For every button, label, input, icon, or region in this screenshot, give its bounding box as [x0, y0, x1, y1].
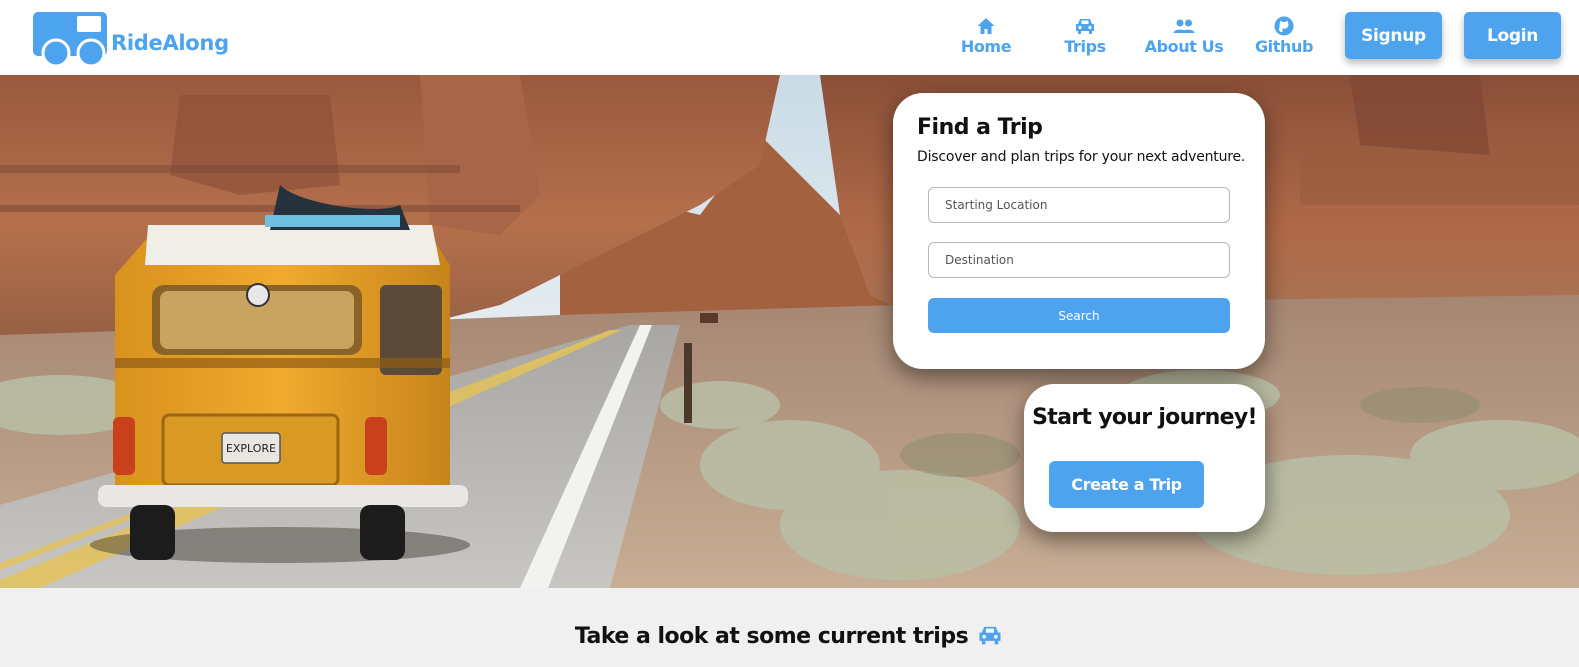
nav-home[interactable]: Home	[946, 16, 1026, 62]
nav-trips[interactable]: Trips	[1045, 16, 1125, 62]
home-icon	[977, 18, 995, 34]
destination-input[interactable]	[928, 242, 1230, 278]
github-icon	[1274, 16, 1294, 36]
car-icon	[979, 626, 1001, 645]
search-button[interactable]: Search	[928, 298, 1230, 333]
brand-name: RideAlong	[111, 31, 229, 55]
nav-trips-label: Trips	[1064, 37, 1106, 56]
current-trips-heading-text: Take a look at some current trips	[574, 624, 969, 649]
hero-banner: EXPLORE Find a Trip Discover and plan tr…	[0, 75, 1579, 588]
car-icon	[1076, 19, 1094, 34]
current-trips-section: Take a look at some current trips	[0, 588, 1579, 667]
top-navbar: RideAlong Home Trips About Us Github Sig…	[0, 0, 1579, 75]
brand-logo[interactable]: RideAlong	[31, 10, 229, 68]
find-trip-subtitle: Discover and plan trips for your next ad…	[917, 149, 1246, 165]
nav-about-label: About Us	[1144, 37, 1224, 56]
truck-logo-icon	[33, 12, 107, 68]
people-icon	[1173, 19, 1195, 33]
current-trips-heading: Take a look at some current trips	[0, 623, 1579, 649]
start-journey-title: Start your journey!	[1032, 405, 1257, 430]
create-trip-button[interactable]: Create a Trip	[1049, 461, 1204, 508]
find-trip-card: Find a Trip Discover and plan trips for …	[893, 93, 1265, 369]
nav-home-label: Home	[960, 37, 1012, 56]
nav-github-label: Github	[1254, 37, 1314, 56]
hero-desert-road-image: EXPLORE	[0, 75, 1579, 588]
license-plate-text: EXPLORE	[226, 442, 276, 455]
nav-github[interactable]: Github	[1244, 16, 1324, 62]
find-trip-title: Find a Trip	[917, 115, 1043, 140]
login-button[interactable]: Login	[1464, 12, 1561, 59]
nav-about-us[interactable]: About Us	[1144, 16, 1224, 62]
starting-location-input[interactable]	[928, 187, 1230, 223]
signup-button[interactable]: Signup	[1345, 12, 1442, 59]
start-journey-card: Start your journey! Create a Trip	[1024, 384, 1265, 532]
